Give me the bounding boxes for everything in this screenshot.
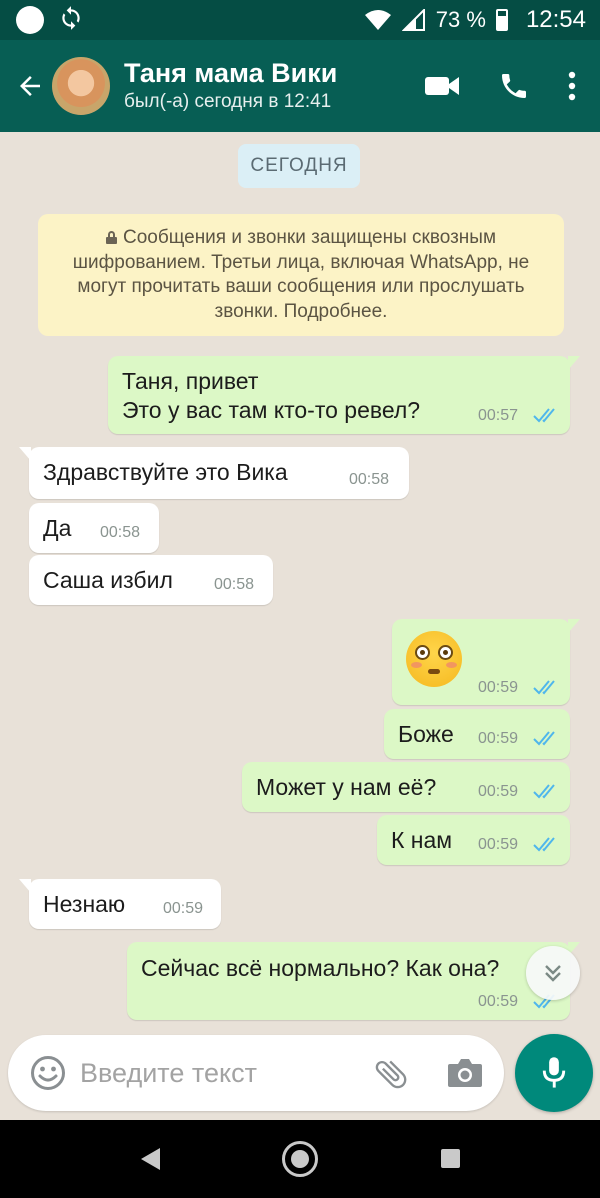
message-time: 00:57 [478,407,519,424]
message-text: К нам [391,827,453,853]
message-out[interactable]: Боже 00:59 [384,709,570,759]
emoji-icon[interactable] [30,1055,66,1091]
message-time: 00:58 [214,576,255,593]
read-ticks-icon [533,680,555,695]
nav-recents-icon[interactable] [441,1149,460,1168]
voice-message-button[interactable] [515,1034,593,1112]
status-bar: 73 % 12:54 [0,0,600,40]
back-arrow-icon[interactable] [8,64,52,108]
read-ticks-icon [533,837,555,852]
message-in[interactable]: Саша избил 00:58 [29,555,273,605]
video-call-icon[interactable] [424,74,460,98]
message-in[interactable]: Незнаю 00:59 [19,879,221,929]
voice-call-icon[interactable] [498,70,530,102]
message-out[interactable]: Сейчас всё нормально? Как она? 00:59 [127,942,580,1020]
message-text: Незнаю [43,891,126,917]
scroll-down-button[interactable] [526,946,580,1000]
message-text: Сейчас всё нормально? Как она? [141,955,500,981]
system-nav-bar [0,1120,600,1198]
contact-name: Таня мама Вики [124,58,338,88]
battery-icon [495,9,508,31]
signal-icon [401,9,425,31]
contact-avatar[interactable] [52,57,110,115]
status-right: 73 % 12:54 [364,6,586,34]
message-time: 00:59 [478,679,519,696]
encryption-notice-text: Сообщения и звонки защищены сквозным шиф… [72,227,530,322]
message-out[interactable]: 00:59 [392,619,580,705]
paperclip-icon[interactable] [372,1055,410,1093]
message-time: 00:59 [163,900,204,917]
flushed-face-emoji-icon [406,631,462,687]
message-text: Саша избил [43,567,173,593]
message-time: 00:58 [349,471,390,488]
battery-percent: 73 % [435,7,486,32]
chevron-double-down-icon [545,965,561,982]
message-text: Таня, привет Это у вас там кто-то ревел? [122,368,421,423]
nav-back-icon[interactable] [139,1147,161,1171]
message-text: Боже [398,721,454,747]
message-time: 00:59 [478,836,519,853]
read-ticks-icon [533,731,555,746]
chat-area[interactable]: СЕГОДНЯ Сообщения и звонки защищены скво… [0,132,600,1120]
wifi-icon [364,10,391,30]
message-input[interactable] [80,1053,360,1093]
sync-icon [58,5,84,35]
message-out[interactable]: К нам 00:59 [377,815,570,865]
message-text: Да [43,515,72,541]
camera-icon[interactable] [446,1055,484,1091]
chat-header: Таня мама Вики был(-а) сегодня в 12:41 [0,40,600,132]
notification-dot-icon [16,6,44,34]
message-time: 00:59 [478,730,519,747]
read-ticks-icon [533,408,555,423]
lock-icon [105,231,117,244]
contact-info[interactable]: Таня мама Вики был(-а) сегодня в 12:41 [124,57,424,115]
date-chip: СЕГОДНЯ [238,144,360,188]
message-out[interactable]: Может у нам её? 00:59 [242,762,570,812]
clock: 12:54 [525,6,586,33]
message-in[interactable]: Здравствуйте это Вика 00:58 [19,447,409,499]
message-in[interactable]: Да 00:58 [29,503,159,553]
message-text: Здравствуйте это Вика [43,459,288,485]
more-options-icon[interactable] [568,71,576,101]
message-out[interactable]: Таня, привет Это у вас там кто-то ревел?… [108,356,580,434]
message-time: 00:58 [100,524,141,541]
microphone-icon [542,1057,566,1088]
status-left [16,5,84,35]
encryption-notice[interactable]: Сообщения и звонки защищены сквозным шиф… [38,214,564,336]
nav-home-icon[interactable] [282,1141,318,1177]
message-composer [8,1035,504,1111]
message-text: Может у нам её? [256,774,437,800]
message-time: 00:59 [478,783,519,800]
message-time: 00:59 [478,993,519,1010]
last-seen: был(-а) сегодня в 12:41 [124,91,332,112]
read-ticks-icon [533,784,555,799]
